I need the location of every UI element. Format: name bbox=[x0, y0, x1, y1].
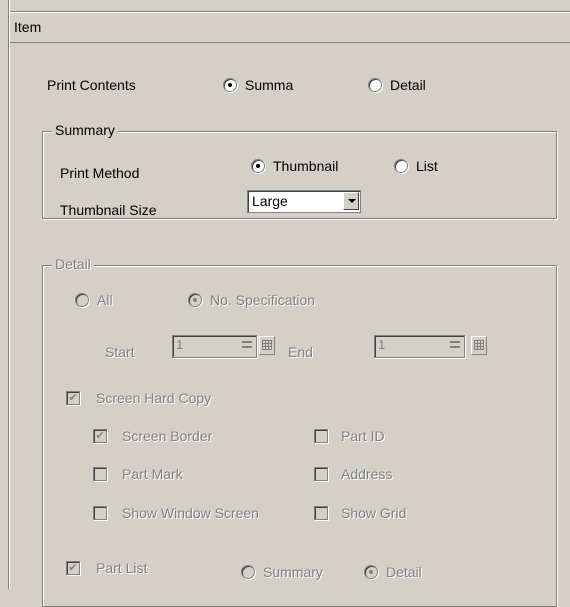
screen-border-label: Screen Border bbox=[122, 428, 213, 444]
address-label: Address bbox=[341, 466, 393, 482]
thumbnail-size-select[interactable]: Large bbox=[247, 190, 361, 213]
start-spinner[interactable]: 1 bbox=[172, 335, 257, 358]
part-list-detail-radio[interactable] bbox=[364, 565, 378, 579]
summary-group-legend: Summary bbox=[52, 122, 118, 138]
start-label: Start bbox=[105, 344, 135, 360]
print-method-list-radio[interactable] bbox=[394, 159, 408, 173]
part-mark-label: Part Mark bbox=[122, 466, 183, 482]
part-id-checkbox[interactable] bbox=[314, 429, 328, 443]
print-contents-summary-radio[interactable] bbox=[223, 78, 237, 92]
print-contents-detail-label[interactable]: Detail bbox=[390, 77, 426, 93]
start-keypad-icon[interactable] bbox=[259, 336, 275, 355]
spin-arrows-icon[interactable] bbox=[240, 338, 254, 355]
print-contents-summary-label[interactable]: Summa bbox=[245, 77, 293, 93]
end-spinner[interactable]: 1 bbox=[374, 335, 465, 358]
show-grid-checkbox[interactable] bbox=[314, 506, 328, 520]
item-header-title: Item bbox=[14, 19, 42, 35]
screen-hard-copy-label: Screen Hard Copy bbox=[96, 390, 212, 406]
show-window-screen-checkbox[interactable] bbox=[93, 506, 107, 520]
part-list-summary-radio[interactable] bbox=[241, 565, 255, 579]
detail-no-spec-label: No. Specification bbox=[210, 292, 316, 308]
part-list-summary-label: Summary bbox=[263, 564, 323, 580]
end-label: End bbox=[288, 344, 313, 360]
detail-group bbox=[42, 265, 557, 607]
screen-hard-copy-checkbox[interactable]: ✔ bbox=[66, 391, 80, 405]
part-mark-checkbox[interactable] bbox=[93, 467, 107, 481]
end-keypad-icon[interactable] bbox=[471, 336, 487, 355]
detail-group-legend: Detail bbox=[52, 256, 94, 272]
print-method-label: Print Method bbox=[60, 165, 140, 181]
detail-no-spec-radio[interactable] bbox=[188, 293, 202, 307]
start-value: 1 bbox=[176, 337, 184, 352]
print-contents-label: Print Contents bbox=[47, 77, 136, 93]
panel-left-highlight bbox=[9, 0, 10, 589]
thumbnail-size-value: Large bbox=[252, 193, 288, 209]
show-grid-label: Show Grid bbox=[341, 505, 407, 521]
part-list-detail-label: Detail bbox=[386, 564, 422, 580]
print-method-list-label[interactable]: List bbox=[416, 158, 438, 174]
detail-all-label: All bbox=[97, 292, 113, 308]
part-id-label: Part ID bbox=[341, 428, 385, 444]
print-method-thumbnail-label[interactable]: Thumbnail bbox=[273, 158, 338, 174]
print-method-thumbnail-radio[interactable] bbox=[251, 159, 265, 173]
screen-border-checkbox[interactable]: ✔ bbox=[93, 429, 107, 443]
detail-all-radio[interactable] bbox=[75, 293, 89, 307]
address-checkbox[interactable] bbox=[314, 467, 328, 481]
part-list-label: Part List bbox=[96, 560, 148, 576]
end-value: 1 bbox=[378, 337, 386, 352]
print-contents-detail-radio[interactable] bbox=[368, 78, 382, 92]
spin-arrows-icon[interactable] bbox=[448, 338, 462, 355]
part-list-checkbox[interactable]: ✔ bbox=[66, 561, 80, 575]
item-header: Item bbox=[10, 11, 570, 43]
thumbnail-size-label: Thumbnail Size bbox=[60, 202, 157, 218]
chevron-down-icon[interactable] bbox=[343, 192, 359, 210]
show-window-screen-label: Show Window Screen bbox=[122, 505, 259, 521]
